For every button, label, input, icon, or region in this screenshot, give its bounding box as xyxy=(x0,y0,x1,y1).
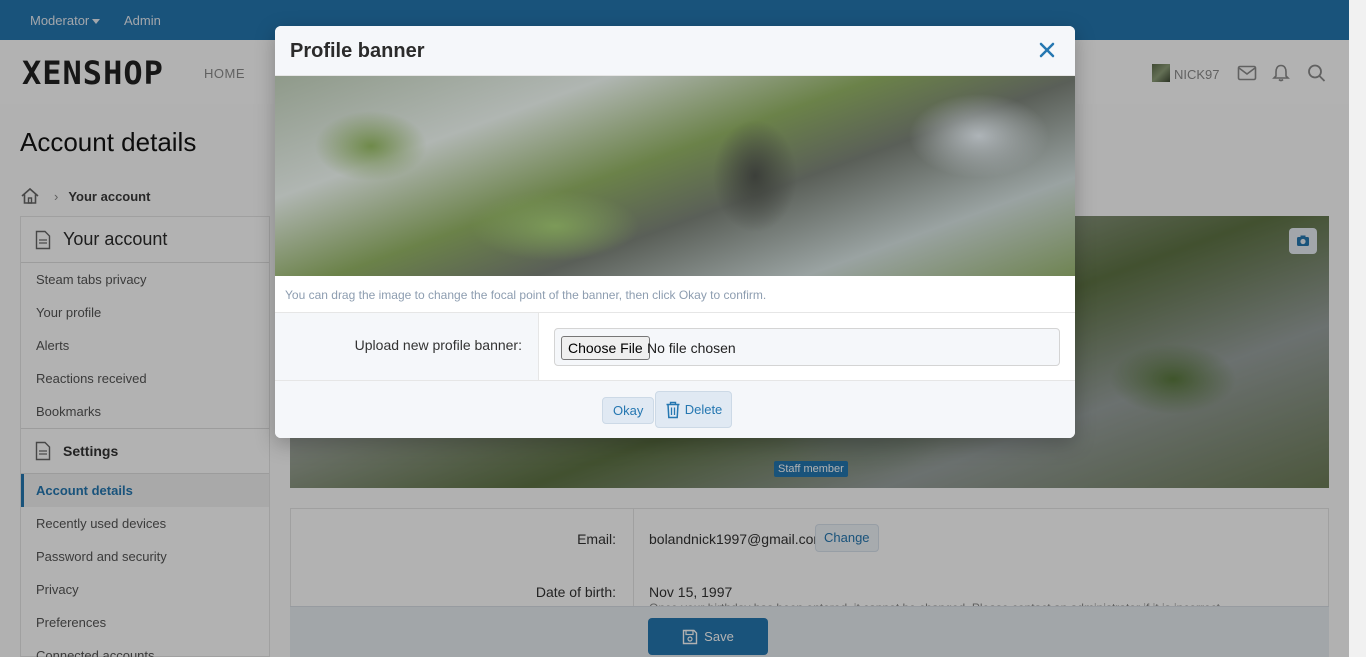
delete-button[interactable]: Delete xyxy=(655,391,732,428)
upload-label-cell: Upload new profile banner: xyxy=(275,313,539,380)
choose-file-button[interactable]: Choose File xyxy=(561,336,650,360)
upload-row: Upload new profile banner: Choose File N… xyxy=(275,313,1075,381)
close-icon[interactable] xyxy=(1037,40,1057,60)
dialog-header: Profile banner xyxy=(275,26,1075,76)
drag-hint: You can drag the image to change the foc… xyxy=(275,276,1075,313)
upload-label: Upload new profile banner: xyxy=(354,337,522,353)
delete-button-label: Delete xyxy=(684,402,723,417)
file-status: No file chosen xyxy=(647,340,736,356)
banner-file-input[interactable]: Choose File No file chosen xyxy=(554,328,1060,366)
profile-banner-dialog: Profile banner You can drag the image to… xyxy=(275,26,1075,438)
okay-button[interactable]: Okay xyxy=(602,397,655,424)
dialog-title: Profile banner xyxy=(290,40,425,62)
dialog-footer: Okay Delete xyxy=(275,381,1075,438)
trash-icon xyxy=(666,401,680,418)
banner-preview-image[interactable] xyxy=(275,76,1075,276)
page-scrollbar[interactable] xyxy=(1349,0,1366,657)
